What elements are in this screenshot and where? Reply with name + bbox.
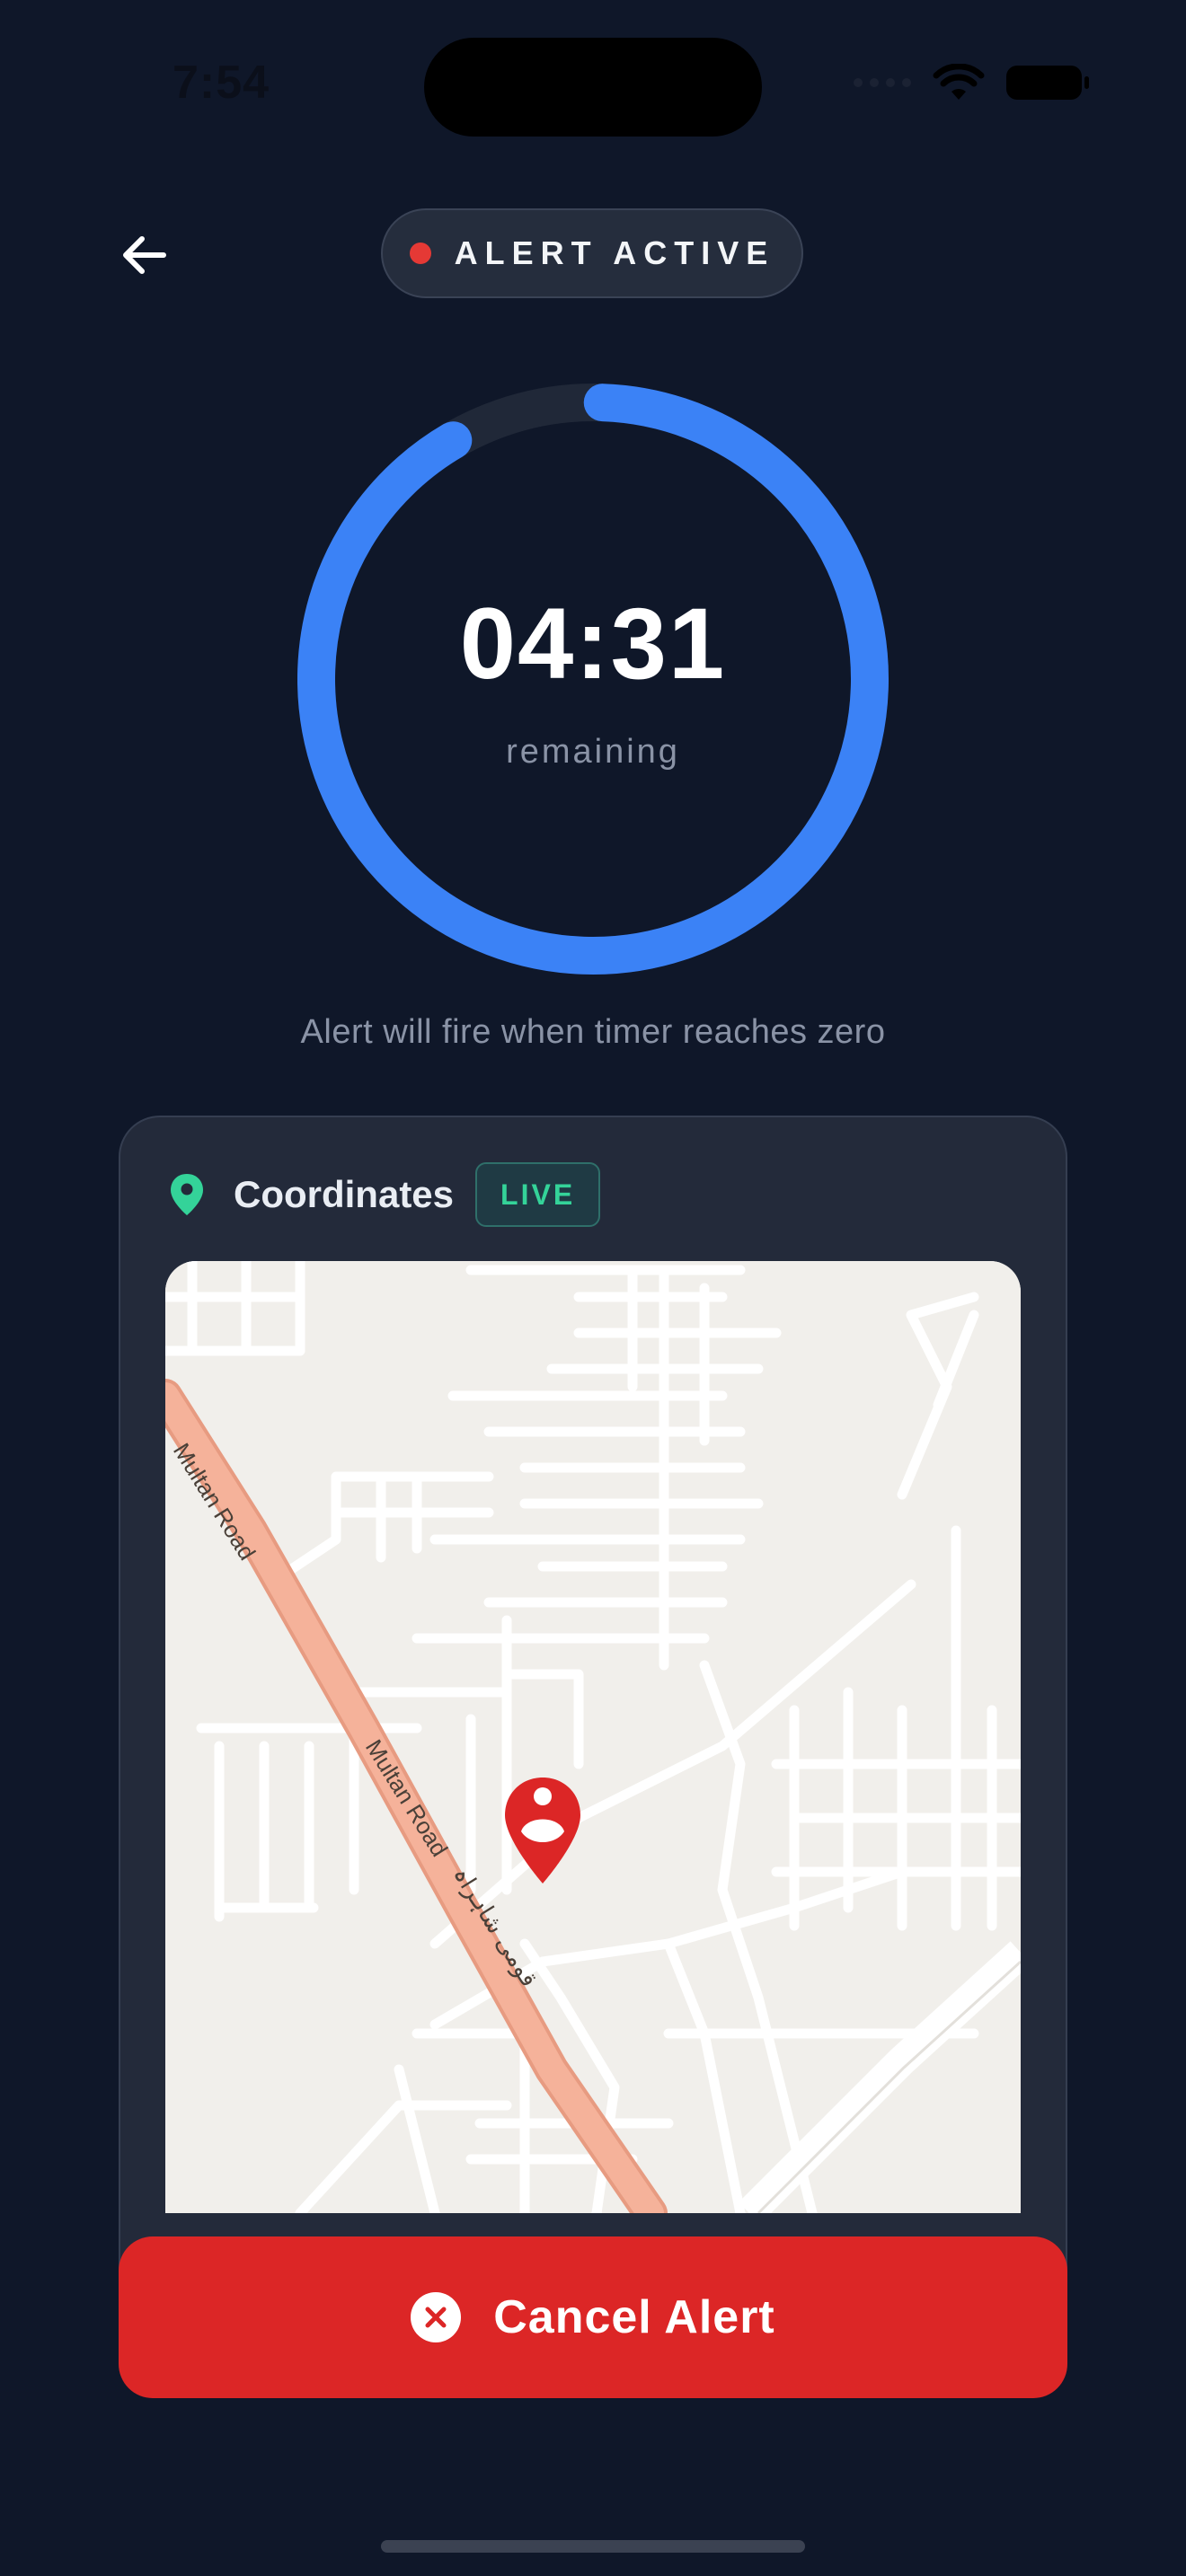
- cancel-alert-label: Cancel Alert: [493, 2291, 775, 2343]
- battery-icon: [1006, 66, 1089, 100]
- wifi-icon: [933, 64, 985, 100]
- countdown-caption: remaining: [506, 733, 680, 771]
- countdown-value: 04:31: [459, 587, 727, 700]
- status-time: 7:54: [173, 57, 270, 109]
- home-indicator[interactable]: [381, 2540, 805, 2553]
- signal-icon: [854, 78, 911, 87]
- map-pin-icon: [171, 1174, 203, 1215]
- back-button[interactable]: [115, 226, 173, 284]
- alert-status-label: ALERT ACTIVE: [454, 234, 775, 271]
- dynamic-island: [424, 38, 762, 137]
- alert-status-pill: ALERT ACTIVE: [381, 208, 803, 298]
- close-circle-icon: [411, 2292, 462, 2342]
- location-map[interactable]: Multan Road Multan Road قومی شاہراہ: [165, 1261, 1021, 2213]
- cancel-alert-button[interactable]: Cancel Alert: [119, 2236, 1067, 2398]
- coordinates-header: Coordinates LIVE: [169, 1162, 601, 1227]
- map-tiles: Multan Road Multan Road قومی شاہراہ: [165, 1261, 1021, 2213]
- status-dot: [409, 243, 431, 264]
- arrow-left-icon: [123, 236, 166, 274]
- coordinates-title: Coordinates: [234, 1173, 455, 1215]
- status-icons: [854, 64, 1089, 101]
- alert-hint: Alert will fire when timer reaches zero: [300, 1013, 886, 1051]
- live-badge: LIVE: [475, 1162, 601, 1227]
